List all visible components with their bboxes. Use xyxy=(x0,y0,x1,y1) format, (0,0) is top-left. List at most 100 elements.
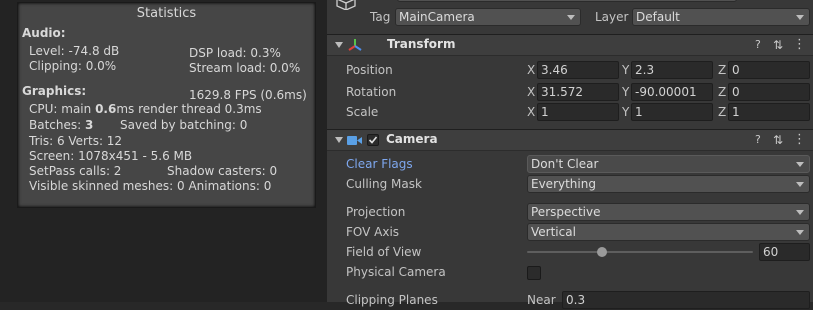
batches-prefix: Batches: xyxy=(29,118,85,132)
axis-z-label[interactable]: Z xyxy=(718,82,726,102)
fov-slider-thumb[interactable] xyxy=(596,247,607,257)
field-of-view-input[interactable]: 60 xyxy=(759,243,810,261)
scale-y-field[interactable]: 1 xyxy=(631,103,713,121)
field-of-view-row: Field of View 60 xyxy=(327,242,813,262)
chevron-down-icon xyxy=(796,182,804,187)
position-label: Position xyxy=(346,63,393,77)
setpass-calls: SetPass calls: 2 xyxy=(29,164,122,178)
axis-y-label[interactable]: Y xyxy=(622,82,629,102)
axis-x-label[interactable]: X xyxy=(527,102,535,122)
physical-camera-checkbox[interactable] xyxy=(527,266,541,280)
tag-label: Tag xyxy=(370,10,391,24)
layer-dropdown[interactable]: Default xyxy=(632,8,810,26)
near-clip-field[interactable]: 0.3 xyxy=(562,291,810,309)
rotation-label: Rotation xyxy=(346,85,397,99)
cpu-prefix: CPU: main xyxy=(29,102,96,116)
projection-row: Projection Perspective xyxy=(327,202,813,222)
gameobject-icon xyxy=(335,0,357,13)
axis-y-label[interactable]: Y xyxy=(622,60,629,80)
physical-camera-row: Physical Camera xyxy=(327,262,813,282)
culling-mask-row: Culling Mask Everything xyxy=(327,174,813,194)
graphics-header: Graphics: xyxy=(22,84,87,98)
tag-value: MainCamera xyxy=(399,10,475,24)
clear-flags-value: Don't Clear xyxy=(531,157,599,171)
culling-mask-value: Everything xyxy=(531,177,596,191)
tag-dropdown[interactable]: MainCamera xyxy=(395,8,581,26)
position-row: Position X 3.46 Y 2.3 Z 0 xyxy=(327,60,813,80)
projection-dropdown[interactable]: Perspective xyxy=(527,203,810,221)
chevron-down-icon xyxy=(796,230,804,235)
near-label[interactable]: Near xyxy=(527,290,556,310)
dsp-load: DSP load: 0.3% xyxy=(189,46,281,60)
camera-title: Camera xyxy=(386,132,438,146)
clear-flags-dropdown[interactable]: Don't Clear xyxy=(527,155,810,173)
menu-icon[interactable]: ⋮ xyxy=(793,37,806,52)
statistics-title: Statistics xyxy=(136,6,197,21)
fov-slider-track[interactable] xyxy=(527,251,753,253)
layer-value: Default xyxy=(636,10,680,24)
transform-title: Transform xyxy=(387,37,456,51)
camera-header[interactable]: Camera ? ⇅ ⋮ xyxy=(327,129,813,151)
object-name-bar[interactable] xyxy=(397,0,737,2)
scale-label: Scale xyxy=(346,105,379,119)
foldout-arrow-icon[interactable] xyxy=(335,42,343,48)
clipping-planes-row: Clipping Planes Near 0.3 xyxy=(327,290,813,310)
position-x-field[interactable]: 3.46 xyxy=(537,61,619,79)
batches-value: 3 xyxy=(85,118,94,132)
position-y-field[interactable]: 2.3 xyxy=(631,61,713,79)
axis-z-label[interactable]: Z xyxy=(718,60,726,80)
stream-load: Stream load: 0.0% xyxy=(189,61,301,75)
fov-axis-label: FOV Axis xyxy=(346,225,400,239)
foldout-arrow-icon[interactable] xyxy=(335,137,343,143)
camera-enabled-checkbox[interactable] xyxy=(367,134,379,146)
visible-skinned: Visible skinned meshes: 0 Animations: 0 xyxy=(29,179,272,193)
physical-camera-label: Physical Camera xyxy=(346,265,446,279)
position-z-field[interactable]: 0 xyxy=(728,61,810,79)
clear-flags-label: Clear Flags xyxy=(346,157,413,171)
layer-label: Layer xyxy=(595,10,629,24)
scale-row: Scale X 1 Y 1 Z 1 xyxy=(327,102,813,122)
culling-mask-label: Culling Mask xyxy=(346,177,422,191)
statistics-panel: Statistics Audio: Level: -74.8 dB DSP lo… xyxy=(17,2,316,208)
clipping-planes-label: Clipping Planes xyxy=(346,293,438,307)
preset-icon[interactable]: ⇅ xyxy=(773,38,783,52)
audio-level: Level: -74.8 dB xyxy=(29,44,120,58)
shadow-casters: Shadow casters: 0 xyxy=(167,164,278,178)
inspector-panel: Tag MainCamera Layer Default Transform ?… xyxy=(326,0,813,309)
fov-axis-row: FOV Axis Vertical xyxy=(327,222,813,242)
help-icon[interactable]: ? xyxy=(755,133,761,146)
rotation-y-field[interactable]: -90.00001 xyxy=(631,83,713,101)
cpu-suffix: ms render thread 0.3ms xyxy=(116,102,262,116)
scale-x-field[interactable]: 1 xyxy=(537,103,619,121)
fov-axis-value: Vertical xyxy=(531,225,576,239)
screen-stat: Screen: 1078x451 - 5.6 MB xyxy=(29,149,193,163)
help-icon[interactable]: ? xyxy=(755,38,761,51)
audio-clipping: Clipping: 0.0% xyxy=(29,59,117,73)
axis-x-label[interactable]: X xyxy=(527,60,535,80)
projection-value: Perspective xyxy=(531,205,601,219)
transform-header[interactable]: Transform ? ⇅ ⋮ xyxy=(327,34,813,56)
cpu-stats: CPU: main 0.6ms render thread 0.3ms xyxy=(29,101,262,117)
tris-verts: Tris: 6 Verts: 12 xyxy=(29,134,123,148)
chevron-down-icon xyxy=(796,210,804,215)
axis-x-label[interactable]: X xyxy=(527,82,535,102)
scale-z-field[interactable]: 1 xyxy=(728,103,810,121)
preset-icon[interactable]: ⇅ xyxy=(773,133,783,147)
chevron-down-icon xyxy=(567,15,575,20)
field-of-view-label: Field of View xyxy=(346,245,422,259)
rotation-row: Rotation X 31.572 Y -90.00001 Z 0 xyxy=(327,82,813,102)
culling-mask-dropdown[interactable]: Everything xyxy=(527,175,810,193)
rotation-z-field[interactable]: 0 xyxy=(728,83,810,101)
menu-icon[interactable]: ⋮ xyxy=(793,132,806,147)
fov-axis-dropdown[interactable]: Vertical xyxy=(527,223,810,241)
axis-y-label[interactable]: Y xyxy=(622,102,629,122)
rotation-x-field[interactable]: 31.572 xyxy=(537,83,619,101)
transform-icon xyxy=(347,38,363,55)
projection-label: Projection xyxy=(346,205,406,219)
saved-by-batching: Saved by batching: 0 xyxy=(120,118,248,132)
camera-icon xyxy=(347,135,363,149)
batches-stat: Batches: 3 xyxy=(29,117,93,133)
cpu-main-value: 0.6 xyxy=(95,102,117,116)
audio-header: Audio: xyxy=(22,26,66,40)
axis-z-label[interactable]: Z xyxy=(718,102,726,122)
